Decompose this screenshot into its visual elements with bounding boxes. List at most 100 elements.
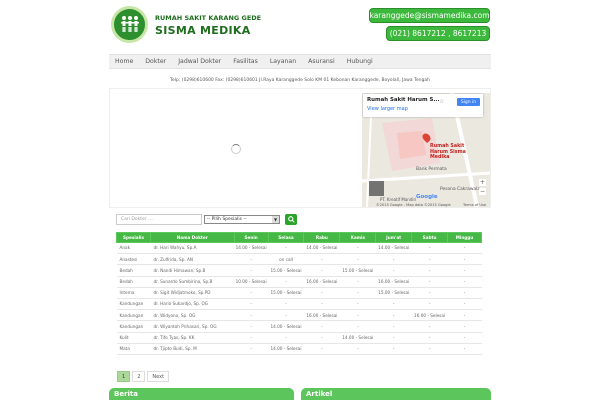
nav-item-asuransi[interactable]: Asuransi bbox=[302, 54, 341, 69]
schedule-cell: - bbox=[411, 332, 448, 344]
schedule-cell: - bbox=[234, 287, 269, 299]
nav-item-jadwal-dokter[interactable]: Jadwal Dokter bbox=[172, 54, 227, 69]
schedule-cell: - bbox=[303, 287, 340, 299]
schedule-cell: - bbox=[268, 309, 304, 322]
schedule-cell: - bbox=[375, 332, 412, 344]
email-button[interactable]: karanggede@sismamedika.com bbox=[369, 8, 490, 23]
schedule-cell: - bbox=[411, 264, 448, 277]
brand-logo[interactable] bbox=[111, 6, 148, 43]
schedule-cell: - bbox=[339, 343, 376, 355]
schedule-cell: - bbox=[234, 332, 269, 344]
schedule-cell: - bbox=[268, 242, 304, 255]
schedule-cell: - bbox=[375, 298, 412, 311]
schedule-cell: - bbox=[268, 276, 304, 288]
sign-in-button[interactable]: Sign in bbox=[457, 98, 480, 106]
address-bar: Telp: (0298)610600 Fax: (0298)610601 Jl.… bbox=[170, 78, 430, 83]
zoom-out-button[interactable]: − bbox=[479, 188, 486, 195]
chevron-down-icon: ▼ bbox=[272, 216, 279, 223]
zoom-in-button[interactable]: + bbox=[479, 179, 486, 186]
schedule-cell: 16.00 - Selesai bbox=[303, 276, 340, 288]
schedule-cell: - bbox=[447, 264, 482, 277]
people-group-icon bbox=[120, 15, 139, 32]
schedule-cell: - bbox=[303, 253, 340, 266]
schedule-cell: 14.00 - Selesai bbox=[268, 343, 304, 355]
schedule-cell: - bbox=[447, 287, 482, 299]
schedule-cell: - bbox=[375, 343, 412, 355]
schedule-cell: - bbox=[339, 276, 376, 288]
schedule-cell: 14.00 - Selesai bbox=[303, 242, 340, 255]
schedule-cell: - bbox=[411, 287, 448, 299]
next-page-button[interactable]: Next bbox=[147, 371, 170, 382]
schedule-cell: - bbox=[411, 276, 448, 288]
berita-panel-header: Berita bbox=[109, 388, 294, 400]
spesialis-cell: Kandungan bbox=[116, 298, 151, 311]
spesialis-cell: Kulit bbox=[116, 332, 151, 344]
spesialis-selected-value: -- Pilih Spesialis -- bbox=[207, 217, 247, 222]
schedule-cell: - bbox=[375, 309, 412, 322]
schedule-cell: 15.00 - Selesai bbox=[339, 264, 376, 277]
spesialis-cell: Kandungan bbox=[116, 309, 151, 322]
view-larger-map-link[interactable]: View larger map bbox=[367, 106, 408, 112]
schedule-cell: - bbox=[375, 264, 412, 277]
table-row: Mata dr. Tjipto Budi, Sp. M -14.00 - Seles… bbox=[116, 343, 482, 355]
column-header: Sabtu bbox=[411, 232, 449, 243]
map-terms-link[interactable]: Terms of Use bbox=[463, 203, 486, 207]
schedule-cell: - bbox=[303, 343, 340, 355]
schedule-cell: - bbox=[411, 253, 448, 266]
map-place-name[interactable]: Rumah Sakit Harum S... bbox=[367, 97, 440, 103]
nav-item-layanan[interactable]: Layanan bbox=[264, 54, 302, 69]
schedule-cell: - bbox=[375, 320, 412, 333]
schedule-cell: - bbox=[411, 320, 448, 333]
schedule-cell: - bbox=[339, 298, 376, 311]
brand-title[interactable]: SISMA MEDIKA bbox=[155, 24, 251, 37]
schedule-cell: - bbox=[234, 253, 269, 266]
spesialis-cell: Bedah bbox=[116, 276, 151, 288]
table-row: Kandungan dr. Widyono, Sp. OG - -16.00 - Se… bbox=[116, 309, 482, 322]
phone-button[interactable]: (021) 8617212 , 8617213 bbox=[386, 26, 490, 41]
header: RUMAH SAKIT KARANG GEDE SISMA MEDIKA kar… bbox=[0, 0, 600, 52]
google-logo: Google bbox=[416, 194, 438, 200]
schedule-cell: 15.00 - Selesai bbox=[268, 287, 304, 299]
search-button[interactable] bbox=[285, 214, 297, 225]
doctor-name-cell: dr. Widyono, Sp. OG bbox=[150, 309, 235, 322]
page: RUMAH SAKIT KARANG GEDE SISMA MEDIKA kar… bbox=[0, 0, 600, 400]
schedule-cell: - bbox=[447, 309, 482, 322]
nav-item-dokter[interactable]: Dokter bbox=[139, 54, 172, 69]
spesialis-select[interactable]: -- Pilih Spesialis -- ▼ bbox=[204, 215, 280, 224]
spesialis-cell: Bedah bbox=[116, 264, 151, 277]
column-header: Minggu bbox=[447, 232, 482, 243]
doctor-name-cell: dr. Zulfrida, Sp. AN bbox=[150, 253, 235, 266]
table-row: Bedah dr. Nandi Himawan, Sp.B -15.00 - Sel… bbox=[116, 264, 482, 277]
brand-subtitle: RUMAH SAKIT KARANG GEDE bbox=[155, 14, 262, 22]
street-view-thumbnail[interactable] bbox=[369, 181, 384, 196]
page-button-2[interactable]: 2 bbox=[132, 371, 146, 382]
map-poi-kreatif: PT. Kreatif Mandiri bbox=[380, 197, 417, 202]
column-header: Nama Dokter bbox=[149, 232, 235, 243]
schedule-cell: 16.00 - Selesai bbox=[375, 276, 412, 288]
doctor-name-cell: dr. Tifo Tyas, Sp. KK bbox=[150, 332, 235, 344]
doctor-search-input[interactable]: Cari Dokter .... bbox=[116, 214, 202, 225]
schedule-cell: - bbox=[303, 332, 340, 344]
spesialis-cell: Anastesi bbox=[116, 253, 151, 266]
schedule-cell: - bbox=[268, 332, 304, 344]
nav-item-home[interactable]: Home bbox=[109, 54, 139, 69]
schedule-cell: - bbox=[447, 242, 482, 255]
schedule-cell: - bbox=[234, 343, 269, 355]
schedule-cell: 14.00 - Selesai bbox=[234, 242, 269, 255]
doctor-name-cell: dr. Sigit Widjatmoko, Sp.PD bbox=[150, 287, 235, 299]
spesialis-cell: Mata bbox=[116, 343, 151, 355]
map-marker-label: Rumah Sakit Harum Sisma Medika bbox=[430, 144, 466, 161]
schedule-cell: - bbox=[447, 332, 482, 344]
schedule-cell: - bbox=[234, 309, 269, 322]
doctor-name-cell: dr. Hario Sukardjo, Sp. OG bbox=[150, 298, 235, 311]
nav-item-fasilitas[interactable]: Fasilitas bbox=[227, 54, 264, 69]
page-button-1[interactable]: 1 bbox=[117, 371, 131, 382]
map-poi-bank: Bank Permata bbox=[416, 167, 447, 172]
schedule-cell: - bbox=[339, 253, 376, 266]
schedule-cell: - bbox=[447, 343, 482, 355]
save-star-icon[interactable]: ☆ bbox=[439, 98, 444, 105]
doctor-name-cell: dr. Nandi Himawan, Sp.B bbox=[150, 264, 235, 277]
nav-item-hubungi[interactable]: Hubungi bbox=[341, 54, 379, 69]
map-embed[interactable]: Rumah Sakit Harum S... View larger map ☆… bbox=[109, 88, 491, 208]
map-poi-cakrawala: Pesona Cakrawala bbox=[440, 187, 481, 192]
